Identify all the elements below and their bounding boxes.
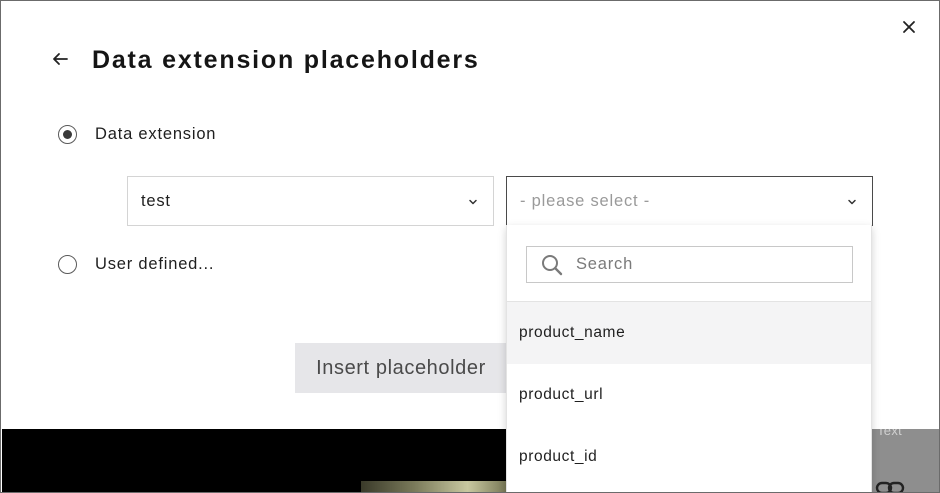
chevron-down-icon — [469, 199, 477, 205]
modal-title: Data extension placeholders — [92, 46, 480, 74]
arrow-left-icon[interactable] — [49, 48, 71, 70]
link-icon — [875, 481, 905, 492]
search-input[interactable] — [576, 255, 826, 274]
field-dropdown-menu: product_name product_url product_id — [506, 225, 872, 492]
radio-label-user-defined: User defined... — [95, 255, 215, 273]
dropdown-search-section — [507, 225, 871, 302]
radio-user-defined[interactable]: User defined... — [58, 255, 214, 274]
search-box[interactable] — [526, 246, 853, 283]
dropdown-option-product-name[interactable]: product_name — [507, 302, 871, 364]
field-select-placeholder: - please select - — [520, 191, 651, 210]
dropdown-option-product-url[interactable]: product_url — [507, 364, 871, 426]
radio-label-data-extension: Data extension — [95, 125, 217, 143]
background-image — [361, 481, 521, 492]
dropdown-option-product-id[interactable]: product_id — [507, 426, 871, 488]
radio-button-checked[interactable] — [58, 125, 77, 144]
insert-placeholder-button[interactable]: Insert placeholder — [295, 343, 507, 393]
field-select[interactable]: - please select - — [506, 176, 873, 226]
search-icon — [542, 254, 563, 275]
data-extension-select[interactable]: test — [127, 176, 494, 226]
data-extension-select-value: test — [141, 191, 171, 210]
close-icon[interactable] — [898, 16, 920, 38]
chevron-down-icon — [848, 199, 856, 205]
radio-data-extension[interactable]: Data extension — [58, 125, 216, 144]
radio-button-unchecked[interactable] — [58, 255, 77, 274]
window-frame: Text Data extension placeholders Data ex… — [0, 0, 940, 493]
